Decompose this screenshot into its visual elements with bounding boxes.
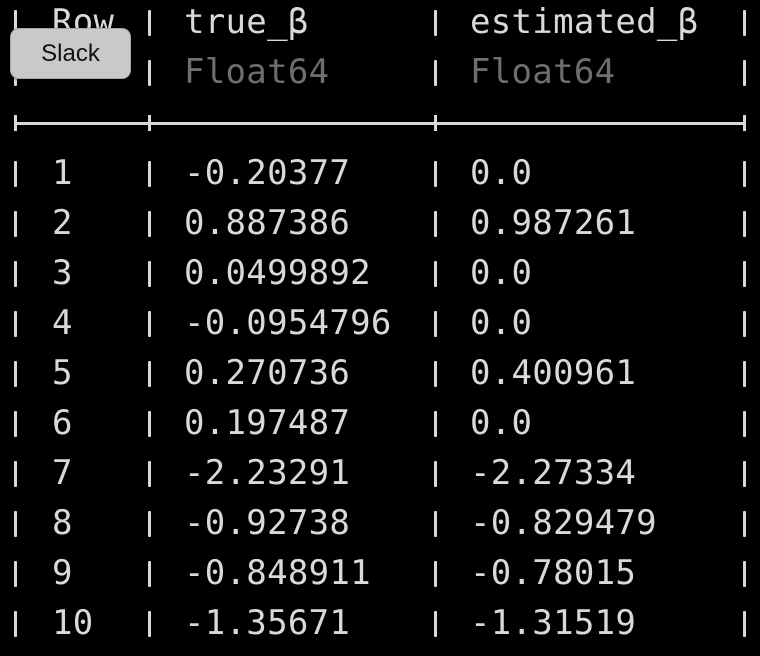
column-separator	[148, 311, 151, 337]
column-separator	[148, 361, 151, 387]
true-beta-cell: -1.35671	[184, 603, 351, 643]
column-separator	[434, 261, 437, 287]
column-separator	[148, 211, 151, 237]
column-separator	[434, 411, 437, 437]
border-right	[743, 261, 746, 287]
true-beta-cell: -0.20377	[184, 153, 351, 193]
column-separator	[434, 561, 437, 587]
column-separator	[434, 611, 437, 637]
column-separator	[434, 311, 437, 337]
terminal-output: Row true_β estimated_β Float64 Float64 1…	[0, 0, 760, 656]
estimated-beta-cell: -2.27334	[470, 453, 637, 493]
true-beta-cell: 0.197487	[184, 403, 351, 443]
border-left	[14, 261, 17, 287]
column-separator	[434, 10, 437, 36]
slack-button[interactable]: Slack	[10, 28, 131, 79]
row-number: 9	[52, 553, 73, 593]
row-number: 1	[52, 153, 73, 193]
estimated-beta-cell: 0.987261	[470, 203, 637, 243]
border-left	[14, 611, 17, 637]
estimated-beta-cell: 0.0	[470, 403, 533, 443]
header-separator	[14, 122, 746, 125]
border-right	[743, 361, 746, 387]
estimated-beta-cell: 0.0	[470, 253, 533, 293]
border-right	[743, 611, 746, 637]
estimated-beta-cell: 0.0	[470, 153, 533, 193]
separator-tick	[743, 115, 746, 131]
row-number: 2	[52, 203, 73, 243]
separator-tick	[14, 115, 17, 131]
column-separator	[148, 461, 151, 487]
separator-tick	[434, 115, 437, 131]
estimated-beta-cell: -0.829479	[470, 503, 657, 543]
border-right	[743, 311, 746, 337]
column-separator	[148, 611, 151, 637]
true-beta-cell: -0.0954796	[184, 303, 392, 343]
estimated-beta-cell: -1.31519	[470, 603, 637, 643]
column-separator	[434, 511, 437, 537]
true-beta-cell: -0.848911	[184, 553, 371, 593]
border-left	[14, 511, 17, 537]
estimated-beta-cell: 0.400961	[470, 353, 637, 393]
estimated-beta-cell: -0.78015	[470, 553, 637, 593]
border-left	[14, 561, 17, 587]
row-number: 8	[52, 503, 73, 543]
border-left	[14, 361, 17, 387]
border-left	[14, 211, 17, 237]
column-separator	[434, 161, 437, 187]
type-true-beta: Float64	[184, 52, 330, 92]
true-beta-cell: -2.23291	[184, 453, 351, 493]
column-separator	[148, 60, 151, 86]
column-separator	[148, 411, 151, 437]
border-right	[743, 161, 746, 187]
column-separator	[148, 161, 151, 187]
column-separator	[434, 461, 437, 487]
true-beta-cell: 0.887386	[184, 203, 351, 243]
border-right	[743, 511, 746, 537]
column-separator	[148, 511, 151, 537]
type-estimated-beta: Float64	[470, 52, 616, 92]
column-separator	[434, 211, 437, 237]
column-separator	[434, 60, 437, 86]
border-right	[743, 10, 746, 36]
border-left	[14, 161, 17, 187]
border-right	[743, 461, 746, 487]
header-true-beta: true_β	[184, 2, 309, 42]
column-separator	[148, 10, 151, 36]
row-number: 7	[52, 453, 73, 493]
row-number: 5	[52, 353, 73, 393]
column-separator	[148, 261, 151, 287]
row-number: 3	[52, 253, 73, 293]
row-number: 6	[52, 403, 73, 443]
column-separator	[434, 361, 437, 387]
header-estimated-beta: estimated_β	[470, 2, 699, 42]
border-left	[14, 461, 17, 487]
separator-tick	[148, 115, 151, 131]
column-separator	[148, 561, 151, 587]
true-beta-cell: 0.0499892	[184, 253, 371, 293]
border-right	[743, 561, 746, 587]
border-right	[743, 411, 746, 437]
true-beta-cell: 0.270736	[184, 353, 351, 393]
border-right	[743, 60, 746, 86]
border-left	[14, 311, 17, 337]
true-beta-cell: -0.92738	[184, 503, 351, 543]
border-right	[743, 211, 746, 237]
border-left	[14, 411, 17, 437]
estimated-beta-cell: 0.0	[470, 303, 533, 343]
row-number: 10	[52, 603, 94, 643]
row-number: 4	[52, 303, 73, 343]
